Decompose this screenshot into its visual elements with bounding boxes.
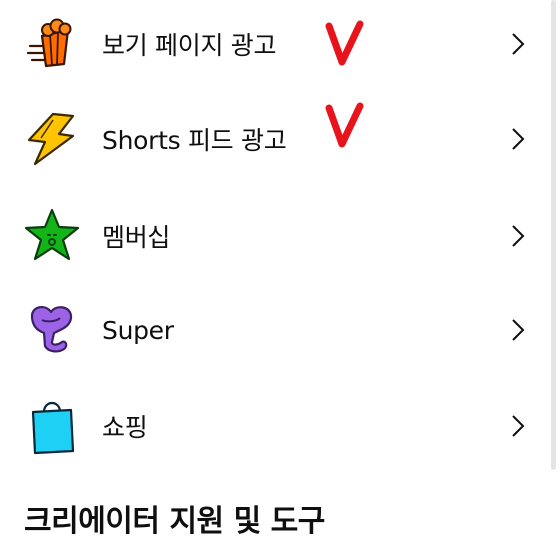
chevron-right-icon — [508, 223, 528, 249]
menu-item-shorts-feed-ads[interactable]: Shorts 피드 광고 — [0, 91, 552, 187]
scrollbar[interactable] — [551, 0, 556, 470]
chevron-right-icon — [508, 126, 528, 152]
menu-item-super[interactable]: Super — [0, 282, 552, 378]
chevron-right-icon — [508, 31, 528, 57]
menu-item-label: Shorts 피드 광고 — [102, 126, 287, 155]
lightning-icon — [20, 107, 84, 171]
menu-item-watch-page-ads[interactable]: 보기 페이지 광고 — [0, 0, 552, 92]
star-icon — [20, 204, 84, 268]
chevron-right-icon — [508, 413, 528, 439]
red-check-mark-icon — [325, 102, 364, 148]
menu-item-label: 쇼핑 — [102, 413, 148, 442]
heart-icon — [20, 298, 84, 362]
menu-item-label: 보기 페이지 광고 — [102, 31, 277, 60]
red-check-mark-icon — [325, 20, 364, 66]
section-title: 크리에이터 지원 및 도구 — [24, 504, 325, 539]
menu-item-shopping[interactable]: 쇼핑 — [0, 378, 552, 474]
menu-item-membership[interactable]: 멤버십 — [0, 188, 552, 284]
menu-item-label: 멤버십 — [102, 223, 171, 252]
chevron-right-icon — [508, 317, 528, 343]
shopping-bag-icon — [20, 394, 84, 458]
menu-item-label: Super — [102, 315, 174, 345]
popcorn-icon — [20, 12, 84, 76]
